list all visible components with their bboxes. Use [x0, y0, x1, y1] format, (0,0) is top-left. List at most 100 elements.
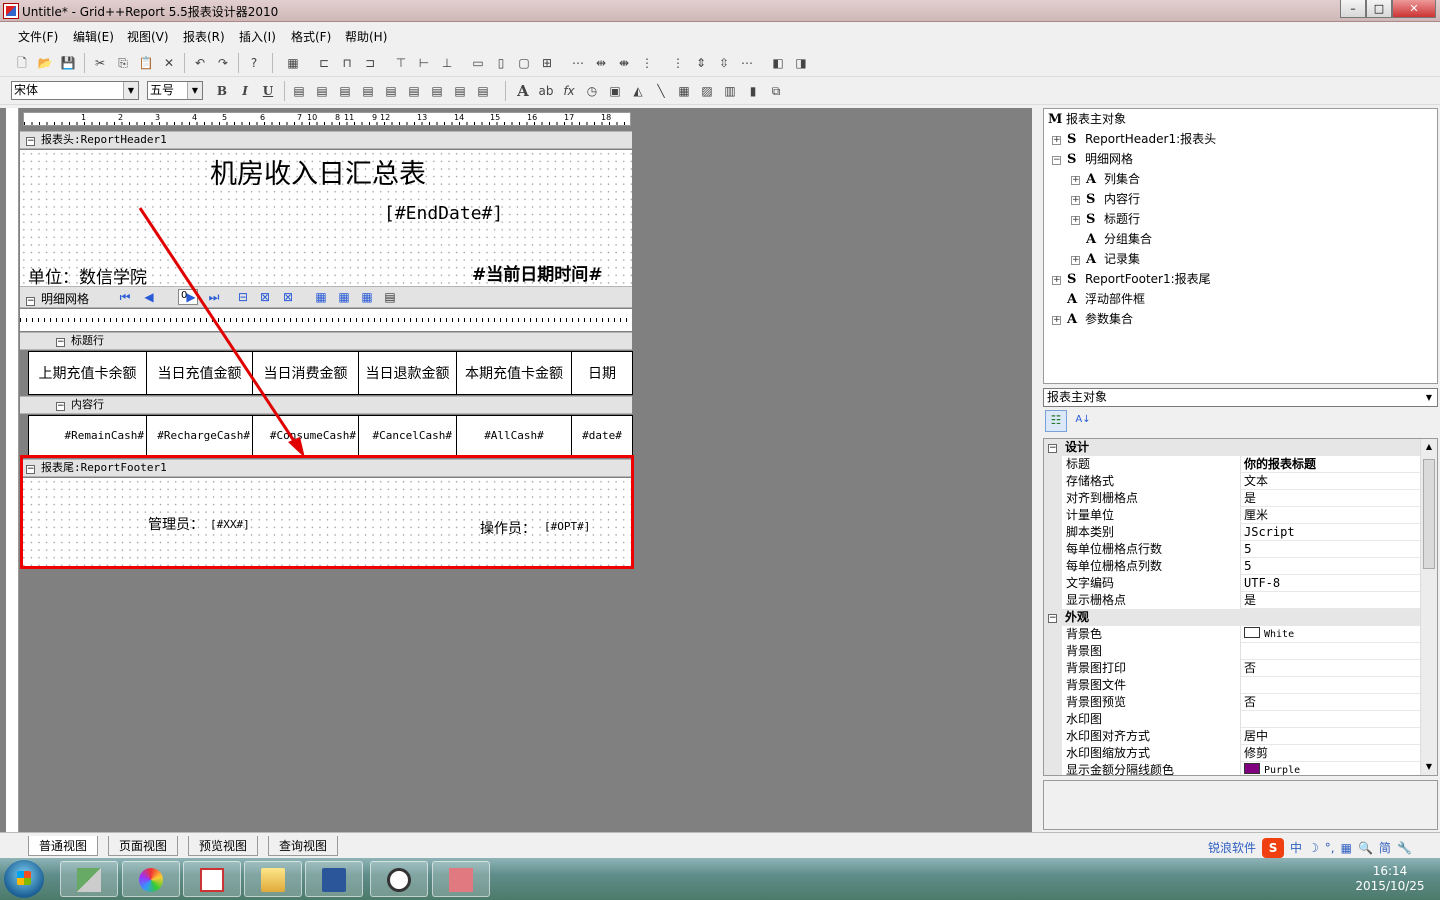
column-header[interactable]: 上期充值卡余额 — [28, 352, 147, 394]
grid-icon[interactable]: ▦ — [285, 55, 301, 71]
open-icon[interactable]: 📂 — [37, 55, 53, 71]
prev-page-icon[interactable]: ◀ — [142, 290, 156, 304]
property-row[interactable]: 每单位栅格点列数 5 — [1044, 558, 1420, 575]
align-right-icon[interactable]: ⊐ — [362, 55, 378, 71]
chevron-down-icon[interactable]: ▼ — [123, 82, 138, 99]
tab-preview[interactable]: 预览视图 — [188, 836, 259, 856]
property-scrollbar[interactable]: ▲ ▼ — [1420, 439, 1437, 775]
help-icon[interactable]: ? — [246, 55, 262, 71]
menu-report[interactable]: 报表(R) — [183, 28, 225, 45]
ime-chinese-icon[interactable]: 中 — [1290, 841, 1302, 855]
field-cell[interactable]: #date# — [572, 416, 633, 455]
taskbar-app-pink[interactable] — [432, 861, 490, 897]
property-value[interactable]: 修剪 — [1244, 745, 1268, 762]
property-value[interactable]: White — [1244, 626, 1294, 643]
datetime-icon[interactable]: ◷ — [584, 83, 600, 99]
align-top-icon[interactable]: ⊤ — [393, 55, 409, 71]
last-page-icon[interactable]: ⏭ — [207, 290, 221, 304]
property-row[interactable]: 显示金额分隔线颜色 Purple — [1044, 762, 1420, 775]
font-name-select[interactable]: 宋体 ▼ — [11, 81, 139, 100]
text-align-midleft-icon[interactable]: ▤ — [360, 83, 376, 99]
object-selector[interactable]: 报表主对象 ▼ — [1043, 388, 1438, 407]
property-value[interactable]: 你的报表标题 — [1244, 456, 1316, 473]
expand-icon[interactable]: + — [1071, 196, 1080, 205]
title-row-band[interactable]: − 标题行 — [20, 332, 632, 350]
align-center-icon[interactable]: ⊓ — [339, 55, 355, 71]
column-header[interactable]: 当日退款金额 — [359, 352, 457, 394]
text-align-midright-icon[interactable]: ▤ — [406, 83, 422, 99]
field-cell[interactable]: #ConsumeCash# — [253, 416, 359, 455]
tree-item-report-main[interactable]: M 报表主对象 — [1048, 110, 1126, 128]
property-row[interactable]: 水印图缩放方式 修剪 — [1044, 745, 1420, 762]
formula-icon[interactable]: fx — [561, 83, 577, 99]
first-page-icon[interactable]: ⏮ — [118, 290, 132, 304]
close-button[interactable]: ✕ — [1392, 0, 1436, 18]
report-title[interactable]: 机房收入日汇总表 — [210, 152, 426, 191]
font-size-select[interactable]: 五号 ▼ — [147, 81, 203, 100]
tree-item-parameters[interactable]: + A 参数集合 — [1052, 310, 1133, 328]
subreport-icon[interactable]: ▦ — [676, 83, 692, 99]
tab-query-view[interactable]: 查询视图 — [268, 836, 339, 856]
expand-icon[interactable]: + — [1071, 176, 1080, 185]
taskbar-app-report[interactable] — [183, 861, 241, 897]
hspace-dec-icon[interactable]: ⇼ — [616, 55, 632, 71]
property-category-appearance[interactable]: − 外观 — [1044, 609, 1420, 626]
property-row[interactable]: 水印图对齐方式 居中 — [1044, 728, 1420, 745]
menu-format[interactable]: 格式(F) — [291, 28, 331, 45]
ime-simplified-icon[interactable]: 简 — [1379, 841, 1391, 855]
minimize-button[interactable]: – — [1340, 0, 1366, 18]
text-align-midcenter-icon[interactable]: ▤ — [383, 83, 399, 99]
property-value[interactable]: 是 — [1244, 490, 1256, 507]
tree-item-title-row[interactable]: + S 标题行 — [1071, 210, 1140, 228]
menu-view[interactable]: 视图(V) — [127, 28, 169, 45]
menu-edit[interactable]: 编辑(E) — [73, 28, 114, 45]
align-bottom-icon[interactable]: ⊥ — [439, 55, 455, 71]
maximize-button[interactable]: □ — [1366, 0, 1392, 18]
property-grid[interactable]: − 设计 标题 你的报表标题 存储格式 文本 对齐到栅格点是 计量单位 厘米 脚本类别 J… — [1043, 438, 1438, 776]
start-button[interactable] — [4, 860, 44, 898]
taskbar-app-word[interactable] — [305, 861, 363, 897]
tab-normal-view[interactable]: 普通视图 — [28, 836, 99, 856]
sort-alpha-icon[interactable]: A↓ — [1075, 412, 1091, 428]
detail-grid-bar[interactable]: − 明细网格 ⏮ ◀ 0 ▶ ⏭ ⊟ ⊠ ⊠ ▦ ▦ ▦ ▤ — [20, 286, 632, 308]
next-page-icon[interactable]: ▶ — [184, 290, 198, 304]
scroll-up-icon[interactable]: ▲ — [1421, 439, 1437, 455]
same-size-icon[interactable]: ▢ — [516, 55, 532, 71]
save-icon[interactable]: 💾 — [60, 55, 76, 71]
app-icon[interactable] — [3, 3, 19, 19]
expand-icon[interactable]: + — [1052, 136, 1061, 145]
expand-icon[interactable]: + — [1071, 256, 1080, 265]
scroll-down-icon[interactable]: ▼ — [1421, 759, 1437, 775]
report-header-band[interactable]: − 报表头:ReportHeader1 — [20, 131, 632, 149]
tab-page-view[interactable]: 页面视图 — [108, 836, 179, 856]
property-value[interactable]: 文本 — [1244, 473, 1268, 490]
chart-icon[interactable]: ▥ — [722, 83, 738, 99]
ime-keyboard-icon[interactable]: ▦ — [1341, 841, 1352, 855]
object-tree[interactable]: M 报表主对象 + S ReportHeader1:报表头 − S 明细网格 + A 列集合 … — [1043, 108, 1438, 384]
collapse-icon[interactable]: − — [1048, 614, 1057, 623]
column-header[interactable]: 本期充值卡金额 — [457, 352, 572, 394]
field-cell[interactable]: #RechargeCash# — [147, 416, 253, 455]
property-value[interactable]: 否 — [1244, 660, 1256, 677]
column-header[interactable]: 当日充值金额 — [147, 352, 253, 394]
unit-label[interactable]: 单位：数信学院 — [28, 263, 147, 288]
cut-icon[interactable]: ✂ — [92, 55, 108, 71]
property-row[interactable]: 背景图文件 — [1044, 677, 1420, 694]
bring-front-icon[interactable]: ◧ — [770, 55, 786, 71]
property-value[interactable]: Purple — [1244, 762, 1300, 775]
align-middle-icon[interactable]: ⊢ — [416, 55, 432, 71]
property-row[interactable]: 存储格式 文本 — [1044, 473, 1420, 490]
grid-cell-icon[interactable]: ▦ — [360, 290, 374, 304]
property-row[interactable]: 背景图预览否 — [1044, 694, 1420, 711]
property-value[interactable]: 是 — [1244, 592, 1256, 609]
same-width-icon[interactable]: ▭ — [470, 55, 486, 71]
hspace-inc-icon[interactable]: ⇹ — [593, 55, 609, 71]
ime-search-icon[interactable]: 🔍 — [1358, 841, 1373, 855]
tree-item-recordset[interactable]: + A 记录集 — [1071, 250, 1140, 268]
undo-icon[interactable]: ↶ — [192, 55, 208, 71]
collapse-icon[interactable]: − — [1048, 444, 1057, 453]
property-value[interactable]: UTF-8 — [1244, 575, 1280, 592]
property-row[interactable]: 水印图 — [1044, 711, 1420, 728]
collapse-icon[interactable]: − — [56, 338, 65, 347]
tree-item-content-row[interactable]: + S 内容行 — [1071, 190, 1140, 208]
